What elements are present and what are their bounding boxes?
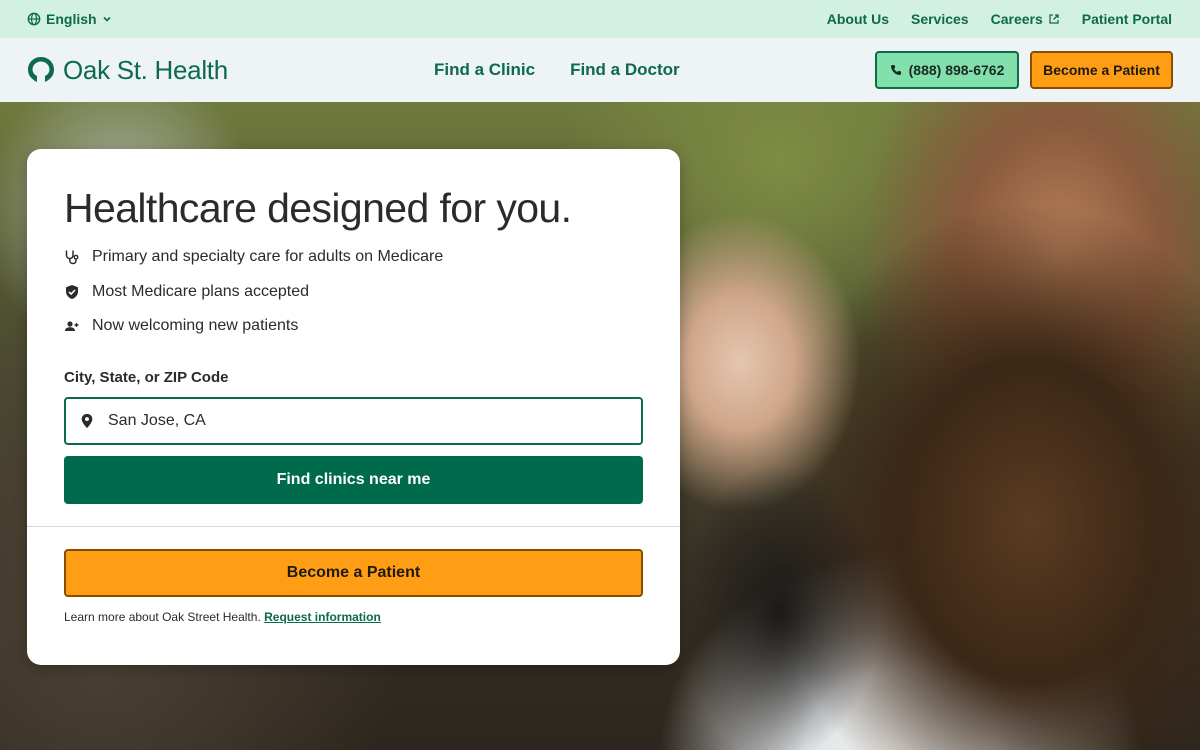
location-field[interactable] [64, 397, 643, 445]
language-label: English [46, 11, 97, 27]
location-label: City, State, or ZIP Code [64, 369, 229, 386]
utility-bar: English About Us Services Careers Patien… [0, 0, 1200, 38]
become-patient-button[interactable]: Become a Patient [64, 549, 643, 597]
hero-card: Healthcare designed for you. Primary and… [27, 149, 680, 665]
logo-mark-icon [28, 57, 54, 82]
learn-more-label: Learn more about Oak Street Health. [64, 610, 261, 624]
feature-item: Primary and specialty care for adults on… [64, 247, 443, 267]
location-input[interactable] [108, 412, 608, 430]
logo-text: Oak St. Health [63, 54, 228, 85]
card-divider [27, 526, 680, 527]
stethoscope-icon [65, 250, 79, 265]
main-nav: Find a Clinic Find a Doctor [434, 38, 680, 102]
feature-item: Most Medicare plans accepted [64, 282, 443, 302]
logo[interactable]: Oak St. Health [27, 55, 228, 86]
shield-check-icon [66, 284, 78, 299]
hero-photo-shadow [680, 462, 880, 750]
learn-more-text: Learn more about Oak Street Health. Requ… [64, 610, 381, 624]
nav-find-a-doctor[interactable]: Find a Doctor [570, 60, 680, 80]
feature-text: Primary and specialty care for adults on… [92, 248, 444, 265]
header-actions: (888) 898-6762 Become a Patient [875, 51, 1173, 89]
about-us-link[interactable]: About Us [827, 11, 889, 27]
services-link[interactable]: Services [911, 11, 969, 27]
map-pin-icon [81, 413, 93, 429]
careers-link[interactable]: Careers [991, 11, 1060, 27]
phone-number: (888) 898-6762 [908, 62, 1005, 78]
find-clinics-button[interactable]: Find clinics near me [64, 456, 643, 504]
feature-item: Now welcoming new patients [64, 316, 443, 336]
patient-portal-link[interactable]: Patient Portal [1082, 11, 1172, 27]
page-title: Healthcare designed for you. [64, 185, 572, 231]
header-become-patient-button[interactable]: Become a Patient [1030, 51, 1173, 89]
globe-icon [27, 12, 41, 26]
careers-label: Careers [990, 11, 1043, 27]
feature-text: Most Medicare plans accepted [92, 282, 309, 300]
utility-links: About Us Services Careers Patient Portal [827, 11, 1172, 27]
nav-find-a-clinic[interactable]: Find a Clinic [434, 60, 535, 80]
chevron-down-icon [102, 16, 111, 22]
feature-list: Primary and specialty care for adults on… [64, 247, 443, 351]
person-add-icon [65, 321, 79, 331]
external-link-icon [1049, 14, 1059, 24]
phone-button[interactable]: (888) 898-6762 [875, 51, 1019, 89]
request-information-link[interactable]: Request information [264, 610, 381, 624]
feature-text: Now welcoming new patients [92, 317, 299, 334]
main-header: Oak St. Health Find a Clinic Find a Doct… [0, 38, 1200, 102]
phone-icon [890, 65, 901, 75]
language-selector[interactable]: English [27, 11, 112, 27]
